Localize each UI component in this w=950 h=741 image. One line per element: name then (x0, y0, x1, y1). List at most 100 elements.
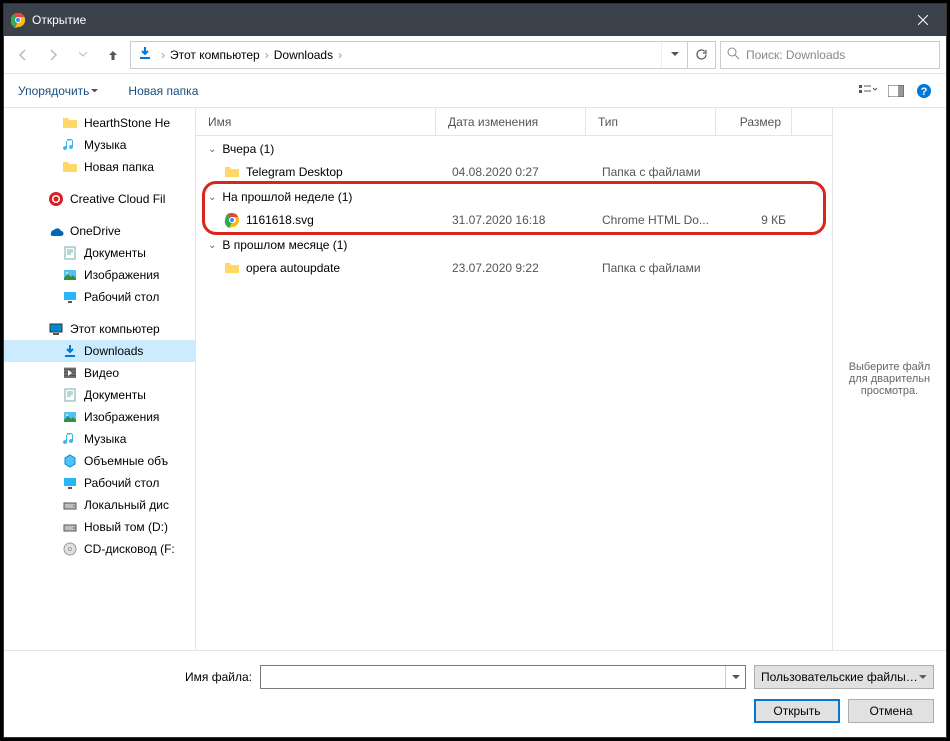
folder-icon (62, 115, 78, 131)
tree-label: Музыка (84, 432, 126, 446)
up-button[interactable] (100, 42, 126, 68)
tree-item[interactable]: Документы (4, 242, 195, 264)
close-button[interactable] (900, 4, 946, 36)
address-bar[interactable]: › Этот компьютер › Downloads › (130, 41, 716, 69)
file-item[interactable]: opera autoupdate23.07.2020 9:22Папка с ф… (196, 256, 832, 280)
tree-label: Изображения (84, 410, 159, 424)
tree-item[interactable]: Рабочий стол (4, 472, 195, 494)
tree-label: HearthStone He (84, 116, 170, 130)
tree-item[interactable]: Музыка (4, 134, 195, 156)
docs-icon (62, 387, 78, 403)
tree-label: Новая папка (84, 160, 154, 174)
search-icon (727, 47, 740, 63)
address-dropdown[interactable] (661, 42, 687, 68)
chrome-icon (10, 12, 26, 28)
organize-button[interactable]: Упорядочить (12, 80, 104, 102)
file-item[interactable]: Telegram Desktop04.08.2020 0:27Папка с ф… (196, 160, 832, 184)
tree-item[interactable]: Этот компьютер (4, 318, 195, 340)
tree-item[interactable]: Creative Cloud Fil (4, 188, 195, 210)
preview-pane-button[interactable] (882, 79, 910, 103)
breadcrumb-item[interactable]: Downloads (271, 48, 336, 62)
col-size[interactable]: Размер (716, 108, 792, 135)
file-group-header[interactable]: ⌄На прошлой неделе (1) (196, 184, 832, 208)
pc-icon (48, 321, 64, 337)
tree-item[interactable]: OneDrive (4, 220, 195, 242)
filename-textfield[interactable] (261, 670, 725, 684)
forward-button[interactable] (40, 42, 66, 68)
file-open-dialog: Открытие › Этот компьютер › Downloads › … (3, 3, 947, 738)
music-icon (62, 137, 78, 153)
breadcrumb-sep: › (159, 48, 167, 62)
tree-label: Этот компьютер (70, 322, 160, 336)
tree-item[interactable]: Документы (4, 384, 195, 406)
3d-icon (62, 453, 78, 469)
file-type: Chrome HTML Do... (590, 213, 720, 227)
file-date: 04.08.2020 0:27 (440, 165, 590, 179)
refresh-button[interactable] (687, 42, 715, 68)
tree-item[interactable]: Рабочий стол (4, 286, 195, 308)
tree-item[interactable]: Новый том (D:) (4, 516, 195, 538)
tree-item[interactable]: Объемные объ (4, 450, 195, 472)
folder-icon (224, 260, 240, 276)
tree-pane[interactable]: HearthStone He Музыка Новая папка Creative … (4, 108, 196, 650)
tree-item[interactable]: Изображения (4, 264, 195, 286)
downloads-icon (137, 45, 153, 64)
tree-item[interactable]: Downloads (4, 340, 195, 362)
tree-label: Документы (84, 388, 146, 402)
help-button[interactable]: ? (910, 79, 938, 103)
filter-select[interactable]: Пользовательские файлы (*.s (754, 665, 934, 689)
tree-label: Рабочий стол (84, 290, 159, 304)
chevron-down-icon: ⌄ (208, 240, 216, 251)
file-date: 23.07.2020 9:22 (440, 261, 590, 275)
footer: Имя файла: Пользовательские файлы (*.s О… (4, 650, 946, 737)
toolbar: Упорядочить Новая папка ? (4, 74, 946, 108)
tree-label: CD-дисковод (F: (84, 542, 175, 556)
tree-label: Downloads (84, 344, 143, 358)
chrome-icon (224, 212, 240, 228)
tree-label: Видео (84, 366, 119, 380)
col-date[interactable]: Дата изменения (436, 108, 586, 135)
preview-pane: Выберите файл для дварительн просмотра. (832, 108, 946, 650)
titlebar: Открытие (4, 4, 946, 36)
filename-dropdown[interactable] (725, 666, 745, 688)
svg-text:?: ? (921, 86, 928, 98)
tree-item[interactable]: Музыка (4, 428, 195, 450)
tree-item[interactable]: Локальный дис (4, 494, 195, 516)
filename-input[interactable] (260, 665, 746, 689)
col-name[interactable]: Имя (196, 108, 436, 135)
cc-icon (48, 191, 64, 207)
recent-button[interactable] (70, 42, 96, 68)
cd-icon (62, 541, 78, 557)
file-list: Имя Дата изменения Тип Размер ⌄Вчера (1)… (196, 108, 832, 650)
docs-icon (62, 245, 78, 261)
breadcrumb-sep: › (263, 48, 271, 62)
tree-item[interactable]: Изображения (4, 406, 195, 428)
col-type[interactable]: Тип (586, 108, 716, 135)
group-title: Вчера (1) (222, 142, 274, 156)
window-title: Открытие (32, 13, 900, 27)
onedrive-icon (48, 223, 64, 239)
file-group-header[interactable]: ⌄ В прошлом месяце (1) (196, 232, 832, 256)
group-title: В прошлом месяце (1) (222, 238, 347, 252)
file-group-header[interactable]: ⌄Вчера (1) (196, 136, 832, 160)
tree-item[interactable]: Новая папка (4, 156, 195, 178)
column-headers[interactable]: Имя Дата изменения Тип Размер (196, 108, 832, 136)
new-folder-button[interactable]: Новая папка (122, 80, 204, 102)
tree-item[interactable]: CD-дисковод (F: (4, 538, 195, 560)
tree-item[interactable]: HearthStone He (4, 112, 195, 134)
chevron-down-icon: ⌄ (208, 192, 216, 203)
open-button[interactable]: Открыть (754, 699, 840, 723)
tree-label: Рабочий стол (84, 476, 159, 490)
search-input[interactable]: Поиск: Downloads (720, 41, 940, 69)
breadcrumb-item[interactable]: Этот компьютер (167, 48, 263, 62)
file-item[interactable]: 1161618.svg31.07.2020 16:18Chrome HTML D… (196, 208, 832, 232)
back-button[interactable] (10, 42, 36, 68)
cancel-button[interactable]: Отмена (848, 699, 934, 723)
tree-label: Creative Cloud Fil (70, 192, 165, 206)
tree-label: Изображения (84, 268, 159, 282)
tree-item[interactable]: Видео (4, 362, 195, 384)
tree-label: Музыка (84, 138, 126, 152)
tree-label: Документы (84, 246, 146, 260)
view-options-button[interactable] (854, 79, 882, 103)
tree-label: Объемные объ (84, 454, 168, 468)
